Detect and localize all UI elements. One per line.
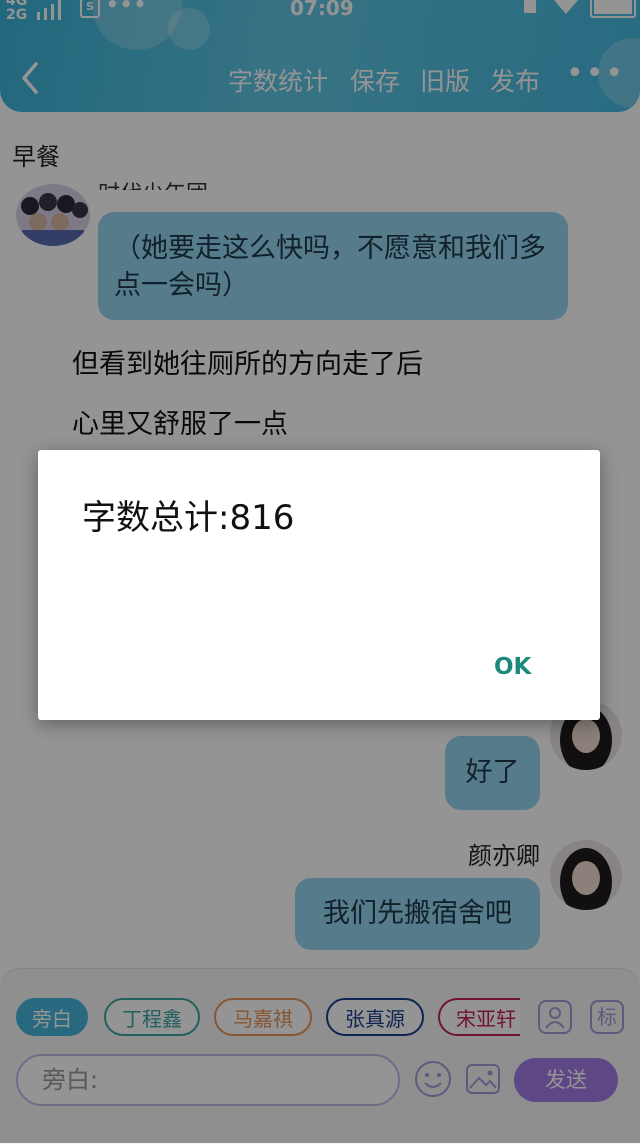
dialog-message: 字数总计:816 <box>82 498 295 538</box>
ok-button[interactable]: OK <box>494 654 531 680</box>
editor-screen: 4G 2G S ••• 07:09 字数统计 保存 旧版 发布 ••• 早餐 时… <box>0 0 640 1144</box>
word-count-dialog: 字数总计:816 OK <box>38 450 600 720</box>
